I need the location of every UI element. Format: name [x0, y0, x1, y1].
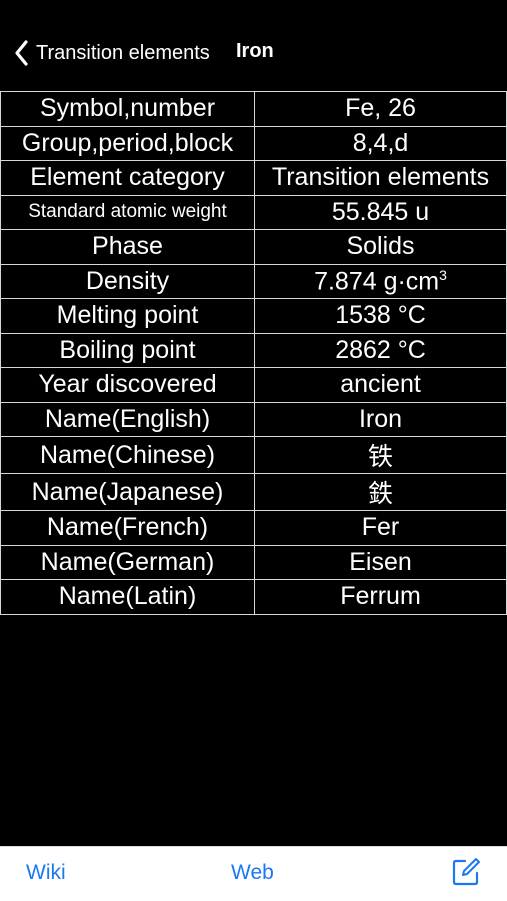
property-value: Fe, 26: [254, 91, 507, 127]
table-row: Boiling point 2862 °C: [0, 332, 507, 368]
property-name: Name(Japanese): [0, 473, 255, 511]
navigation-bar: Transition elements Iron: [0, 0, 507, 90]
property-name: Melting point: [0, 298, 255, 334]
property-value: 1538 °C: [254, 298, 507, 334]
property-name: Name(French): [0, 510, 255, 546]
table-row: Name(Japanese) 鉄: [0, 473, 507, 511]
table-row: Name(German) Eisen: [0, 544, 507, 580]
property-value: 55.845 u: [254, 194, 507, 230]
table-row: Element category Transition elements: [0, 160, 507, 196]
chevron-left-icon: [15, 40, 28, 66]
property-value: ancient: [254, 367, 507, 403]
property-name: Symbol,number: [0, 91, 255, 127]
property-value: 7.874 g·cm3: [254, 263, 507, 299]
property-name: Group,period,block: [0, 125, 255, 161]
table-row: Melting point 1538 °C: [0, 298, 507, 334]
page-title: Iron: [236, 40, 274, 62]
table-row: Name(Chinese) 铁: [0, 436, 507, 474]
table-row: Density 7.874 g·cm3: [0, 263, 507, 299]
property-value: 鉄: [254, 473, 507, 511]
property-value: 8,4,d: [254, 125, 507, 161]
back-button-label: Transition elements: [36, 41, 210, 64]
density-unit-exponent: 3: [439, 266, 447, 283]
property-name: Phase: [0, 229, 255, 265]
property-name: Standard atomic weight: [0, 194, 255, 230]
table-row: Group,period,block 8,4,d: [0, 125, 507, 161]
back-button[interactable]: Transition elements: [14, 38, 210, 68]
property-name: Boiling point: [0, 332, 255, 368]
property-name: Name(German): [0, 544, 255, 580]
property-name: Name(Chinese): [0, 436, 255, 474]
density-value: 7.874 g·cm: [314, 266, 440, 295]
element-properties-table: Symbol,number Fe, 26 Group,period,block …: [0, 91, 507, 615]
compose-icon[interactable]: [451, 857, 481, 887]
property-value: Iron: [254, 401, 507, 437]
table-row: Symbol,number Fe, 26: [0, 91, 507, 127]
table-row: Phase Solids: [0, 229, 507, 265]
table-row: Name(Latin) Ferrum: [0, 579, 507, 615]
property-name: Name(Latin): [0, 579, 255, 615]
table-row: Standard atomic weight 55.845 u: [0, 194, 507, 230]
bottom-toolbar: Wiki Web: [0, 846, 507, 901]
property-value: 2862 °C: [254, 332, 507, 368]
property-name: Year discovered: [0, 367, 255, 403]
table-row: Name(English) Iron: [0, 401, 507, 437]
table-row: Year discovered ancient: [0, 367, 507, 403]
wiki-button[interactable]: Wiki: [26, 861, 66, 885]
property-value: 铁: [254, 436, 507, 474]
property-name: Density: [0, 263, 255, 299]
web-button[interactable]: Web: [231, 861, 274, 885]
property-value: Fer: [254, 510, 507, 546]
property-name: Element category: [0, 160, 255, 196]
property-value: Solids: [254, 229, 507, 265]
property-value: Ferrum: [254, 579, 507, 615]
property-name: Name(English): [0, 401, 255, 437]
property-value: Eisen: [254, 544, 507, 580]
table-row: Name(French) Fer: [0, 510, 507, 546]
property-value: Transition elements: [254, 160, 507, 196]
